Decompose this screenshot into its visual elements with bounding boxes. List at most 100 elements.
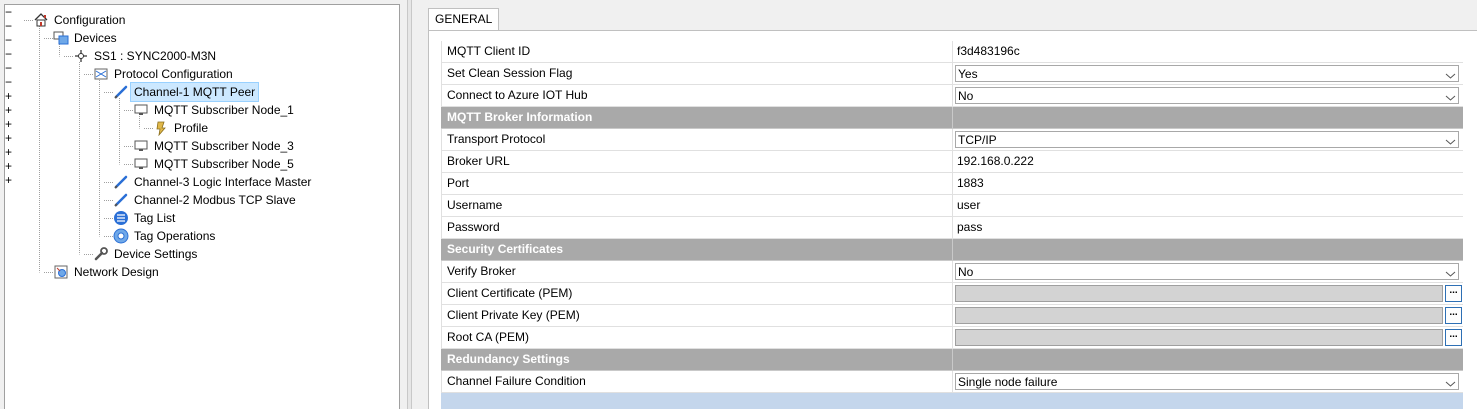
port-value[interactable]: 1883 xyxy=(957,176,984,190)
dropdown-value: Single node failure xyxy=(958,375,1058,389)
property-name: Channel Failure Condition xyxy=(441,371,953,392)
category-security-certificates: Security Certificates xyxy=(441,239,1463,261)
property-value[interactable]: 1883 xyxy=(953,173,1463,194)
category-label: MQTT Broker Information xyxy=(441,107,953,128)
tab-general[interactable]: GENERAL xyxy=(428,8,500,30)
property-row-port[interactable]: Port 1883 xyxy=(441,173,1463,195)
property-row-verify-broker[interactable]: Verify Broker No xyxy=(441,261,1463,283)
set-clean-session-flag-dropdown[interactable]: Yes xyxy=(955,65,1459,82)
client-private-key-pem-path-field[interactable] xyxy=(955,307,1443,324)
property-row-client-certificate-pem[interactable]: Client Certificate (PEM)... xyxy=(441,283,1463,305)
connect-to-azure-iot-hub-dropdown[interactable]: No xyxy=(955,87,1459,104)
monitor-icon xyxy=(133,156,149,172)
property-value[interactable]: Yes xyxy=(953,63,1463,84)
network-icon xyxy=(53,264,69,280)
property-value[interactable]: Single node failure xyxy=(953,371,1463,392)
property-value[interactable]: ... xyxy=(953,305,1463,326)
broker-url-value[interactable]: 192.168.0.222 xyxy=(957,154,1034,168)
browse-button[interactable]: ... xyxy=(1445,329,1462,346)
chevron-down-icon[interactable] xyxy=(1445,377,1456,387)
property-row-root-ca-pem[interactable]: Root CA (PEM)... xyxy=(441,327,1463,349)
wrench-icon xyxy=(93,246,109,262)
property-row-broker-url[interactable]: Broker URL 192.168.0.222 xyxy=(441,151,1463,173)
tree-node-label: Channel-3 Logic Interface Master xyxy=(134,175,312,189)
channel-icon xyxy=(113,174,129,190)
tree-node-label: Devices xyxy=(74,31,117,45)
property-name: Set Clean Session Flag xyxy=(441,63,953,84)
property-name: Client Private Key (PEM) xyxy=(441,305,953,326)
property-value[interactable]: 192.168.0.222 xyxy=(953,151,1463,172)
monitor-icon xyxy=(133,138,149,154)
property-row-password[interactable]: Password pass xyxy=(441,217,1463,239)
tree-node-label: Configuration xyxy=(54,13,126,27)
property-row-set-clean-session-flag[interactable]: Set Clean Session Flag Yes xyxy=(441,63,1463,85)
tree-node-channel-2[interactable]: Channel-2 Modbus TCP Slave xyxy=(113,191,299,209)
property-value[interactable]: TCP/IP xyxy=(953,129,1463,150)
tree-node-channel-3[interactable]: Channel-3 Logic Interface Master xyxy=(113,173,314,191)
property-row-mqtt-client-id[interactable]: MQTT Client ID f3d483196c xyxy=(441,41,1463,63)
tree-node-label: Protocol Configuration xyxy=(114,67,233,81)
tree-node-configuration[interactable]: Configuration xyxy=(33,11,128,29)
chevron-down-icon[interactable] xyxy=(1445,267,1456,277)
tree-node-network-design[interactable]: Network Design xyxy=(53,263,162,281)
profile-icon xyxy=(153,120,169,136)
pane-splitter[interactable] xyxy=(407,0,412,409)
tree-node-channel-1[interactable]: Channel-1 MQTT Peer xyxy=(113,82,260,102)
channel-failure-condition-dropdown[interactable]: Single node failure xyxy=(955,373,1459,390)
property-value[interactable]: No xyxy=(953,85,1463,106)
property-value[interactable]: ... xyxy=(953,327,1463,348)
category-redundancy-settings: Redundancy Settings xyxy=(441,349,1463,371)
config-tree[interactable]: Configuration − Devices − SS1 : SYNC2000-M3N… xyxy=(4,4,400,409)
monitor-icon xyxy=(133,102,149,118)
tree-node-tag-operations[interactable]: Tag Operations xyxy=(113,227,218,245)
tree-node-protocol-configuration[interactable]: Protocol Configuration xyxy=(93,65,236,83)
property-row-client-private-key-pem[interactable]: Client Private Key (PEM)... xyxy=(441,305,1463,327)
tree-node-profile[interactable]: Profile xyxy=(153,119,211,137)
property-row-channel-failure-condition[interactable]: Channel Failure Condition Single node fai… xyxy=(441,371,1463,393)
property-value[interactable]: user xyxy=(953,195,1463,216)
property-name: Password xyxy=(441,217,953,238)
property-row-username[interactable]: Username user xyxy=(441,195,1463,217)
chevron-down-icon[interactable] xyxy=(1445,91,1456,101)
tree-node-mqtt-node-5[interactable]: MQTT Subscriber Node_5 xyxy=(133,155,297,173)
tree-node-mqtt-node-3[interactable]: MQTT Subscriber Node_3 xyxy=(133,137,297,155)
browse-button[interactable]: ... xyxy=(1445,307,1462,324)
tree-node-ss1[interactable]: SS1 : SYNC2000-M3N xyxy=(73,47,219,65)
root-ca-pem-path-field[interactable] xyxy=(955,329,1443,346)
mqtt-client-id-value[interactable]: f3d483196c xyxy=(957,44,1020,58)
property-name: Verify Broker xyxy=(441,261,953,282)
tree-node-tag-list[interactable]: Tag List xyxy=(113,209,178,227)
property-grid: MQTT Client ID f3d483196c Set Clean Sessio… xyxy=(441,41,1463,393)
category-label: Redundancy Settings xyxy=(441,349,953,370)
chevron-down-icon[interactable] xyxy=(1445,135,1456,145)
tree-node-label: SS1 : SYNC2000-M3N xyxy=(94,49,217,63)
right-edge xyxy=(1463,41,1477,409)
devices-icon xyxy=(53,30,69,46)
category-label: Security Certificates xyxy=(441,239,953,260)
tree-node-label: Network Design xyxy=(74,265,159,279)
property-name: Username xyxy=(441,195,953,216)
tree-node-label: Channel-2 Modbus TCP Slave xyxy=(134,193,296,207)
browse-button[interactable]: ... xyxy=(1445,285,1462,302)
property-value[interactable]: No xyxy=(953,261,1463,282)
device-node-icon xyxy=(73,48,89,64)
protocol-icon xyxy=(93,66,109,82)
verify-broker-dropdown[interactable]: No xyxy=(955,263,1459,280)
tree-node-label: Tag Operations xyxy=(134,229,216,243)
tree-node-label: Profile xyxy=(174,121,209,135)
tree-node-label: MQTT Subscriber Node_5 xyxy=(154,157,294,171)
property-value[interactable]: pass xyxy=(953,217,1463,238)
transport-protocol-dropdown[interactable]: TCP/IP xyxy=(955,131,1459,148)
tree-node-mqtt-node-1[interactable]: MQTT Subscriber Node_1 xyxy=(133,101,297,119)
password-value[interactable]: pass xyxy=(957,220,982,234)
property-row-connect-to-azure-iot-hub[interactable]: Connect to Azure IOT Hub No xyxy=(441,85,1463,107)
property-value[interactable]: f3d483196c xyxy=(953,41,1463,62)
chevron-down-icon[interactable] xyxy=(1445,69,1456,79)
property-row-transport-protocol[interactable]: Transport Protocol TCP/IP xyxy=(441,129,1463,151)
channel-icon xyxy=(113,84,129,100)
username-value[interactable]: user xyxy=(957,198,980,212)
tree-node-devices[interactable]: Devices xyxy=(53,29,120,47)
client-certificate-pem-path-field[interactable] xyxy=(955,285,1443,302)
property-value[interactable]: ... xyxy=(953,283,1463,304)
tree-node-device-settings[interactable]: Device Settings xyxy=(93,245,200,263)
